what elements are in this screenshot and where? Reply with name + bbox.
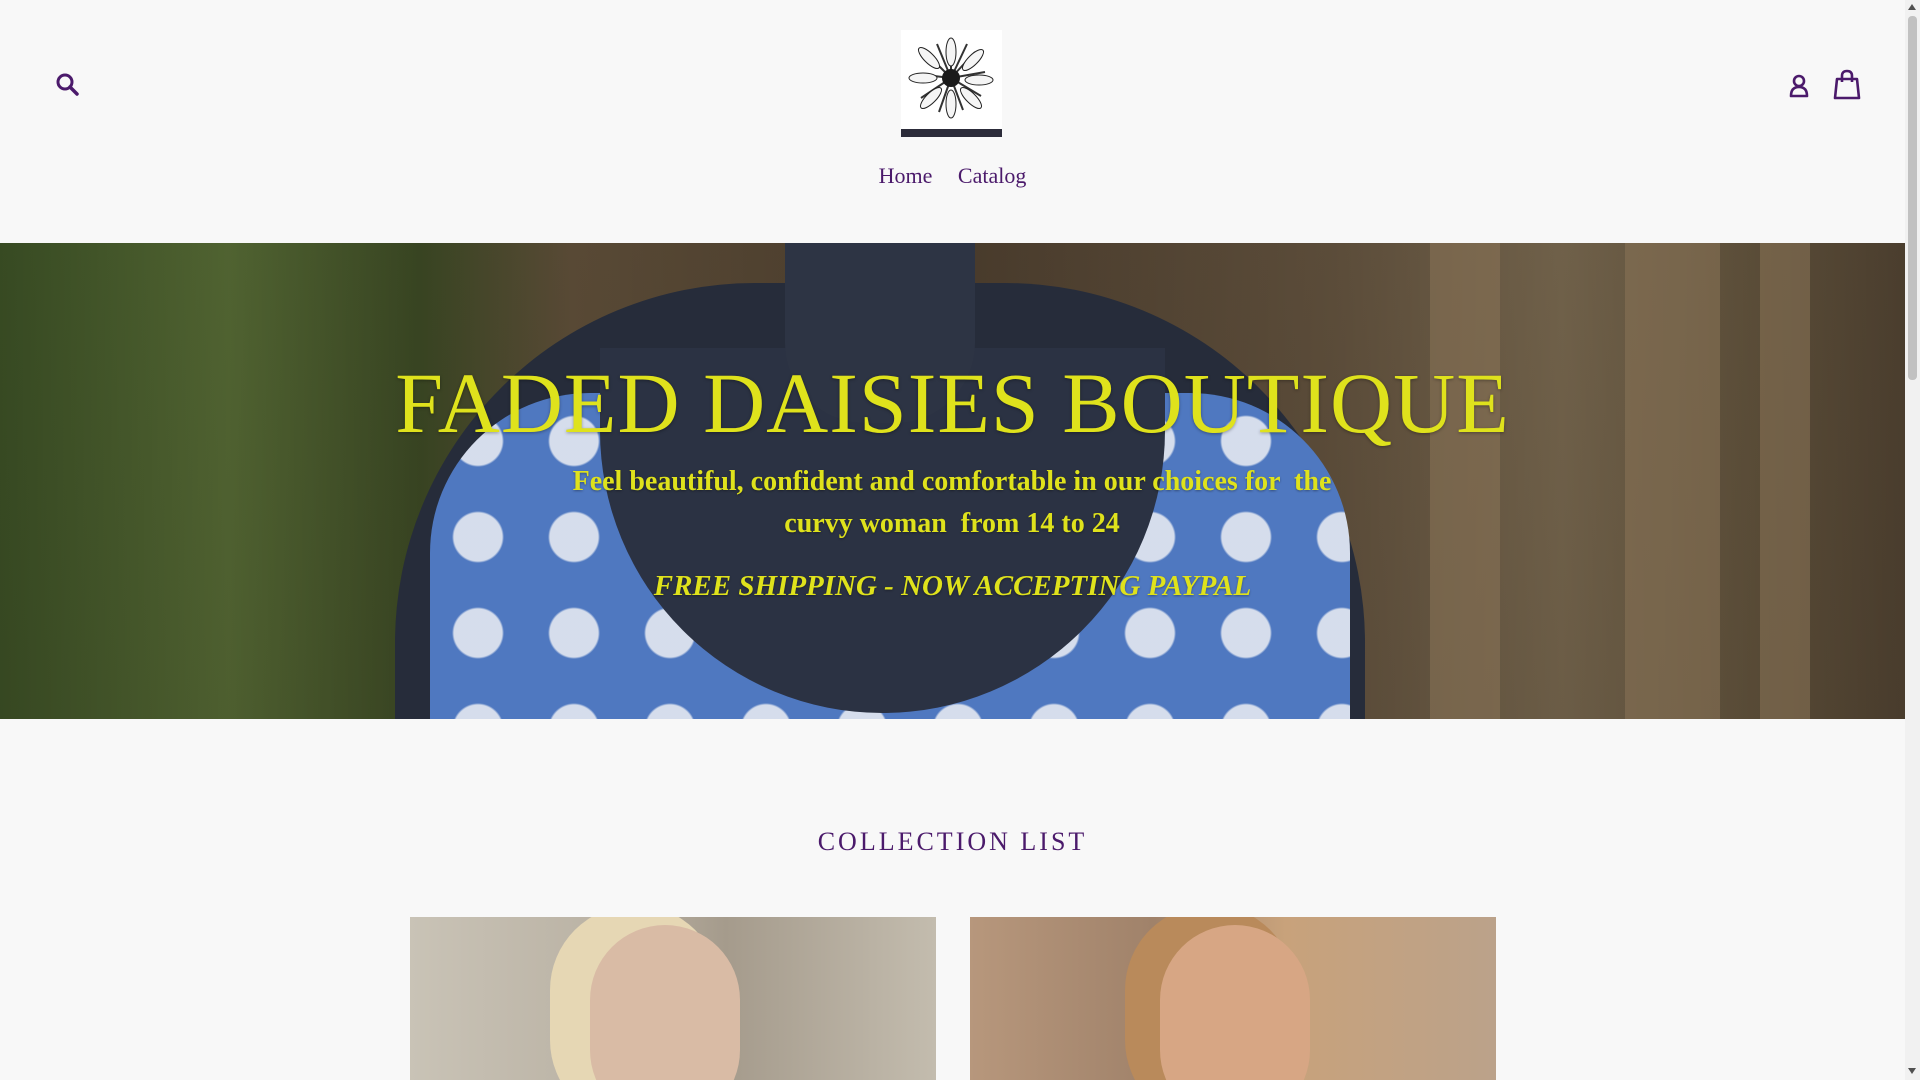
main-nav: Home Catalog <box>0 163 1905 189</box>
daisy-logo <box>908 37 994 119</box>
cart-button[interactable] <box>1832 69 1862 101</box>
hero-shipping-note: FREE SHIPPING - NOW ACCEPTING PAYPAL <box>653 570 1252 602</box>
cart-icon <box>1833 69 1861 100</box>
logo[interactable] <box>901 30 1002 137</box>
nav-link-home[interactable]: Home <box>879 163 933 189</box>
hero-content: FADED DAISIES BOUTIQUE Feel beautiful, c… <box>0 243 1905 719</box>
account-icon <box>1789 74 1809 98</box>
hero-banner: FADED DAISIES BOUTIQUE Feel beautiful, c… <box>0 243 1905 719</box>
nav-link-catalog[interactable]: Catalog <box>958 163 1026 189</box>
scroll-down-arrow-icon[interactable] <box>1908 1068 1916 1074</box>
collection-list-title: COLLECTION LIST <box>817 827 1088 856</box>
scroll-up-arrow-icon[interactable] <box>1908 4 1916 10</box>
site-header: Home Catalog <box>0 0 1905 243</box>
logo-bar <box>901 129 1002 137</box>
collection-card[interactable] <box>970 917 1496 1080</box>
storefront-page: Home Catalog FADED DAISIES BOUTIQUE Feel… <box>0 0 1905 1080</box>
collection-image <box>590 925 740 1080</box>
scrollbar[interactable] <box>1905 0 1920 1080</box>
collection-card[interactable] <box>410 917 936 1080</box>
scroll-thumb[interactable] <box>1908 16 1917 380</box>
hero-title: FADED DAISIES BOUTIQUE <box>395 355 1510 451</box>
account-button[interactable] <box>1785 72 1813 100</box>
search-icon <box>56 73 79 96</box>
collection-image <box>1160 925 1310 1080</box>
hero-subtitle: Feel beautiful, confident and comfortabl… <box>572 466 1339 539</box>
search-button[interactable] <box>52 69 84 101</box>
